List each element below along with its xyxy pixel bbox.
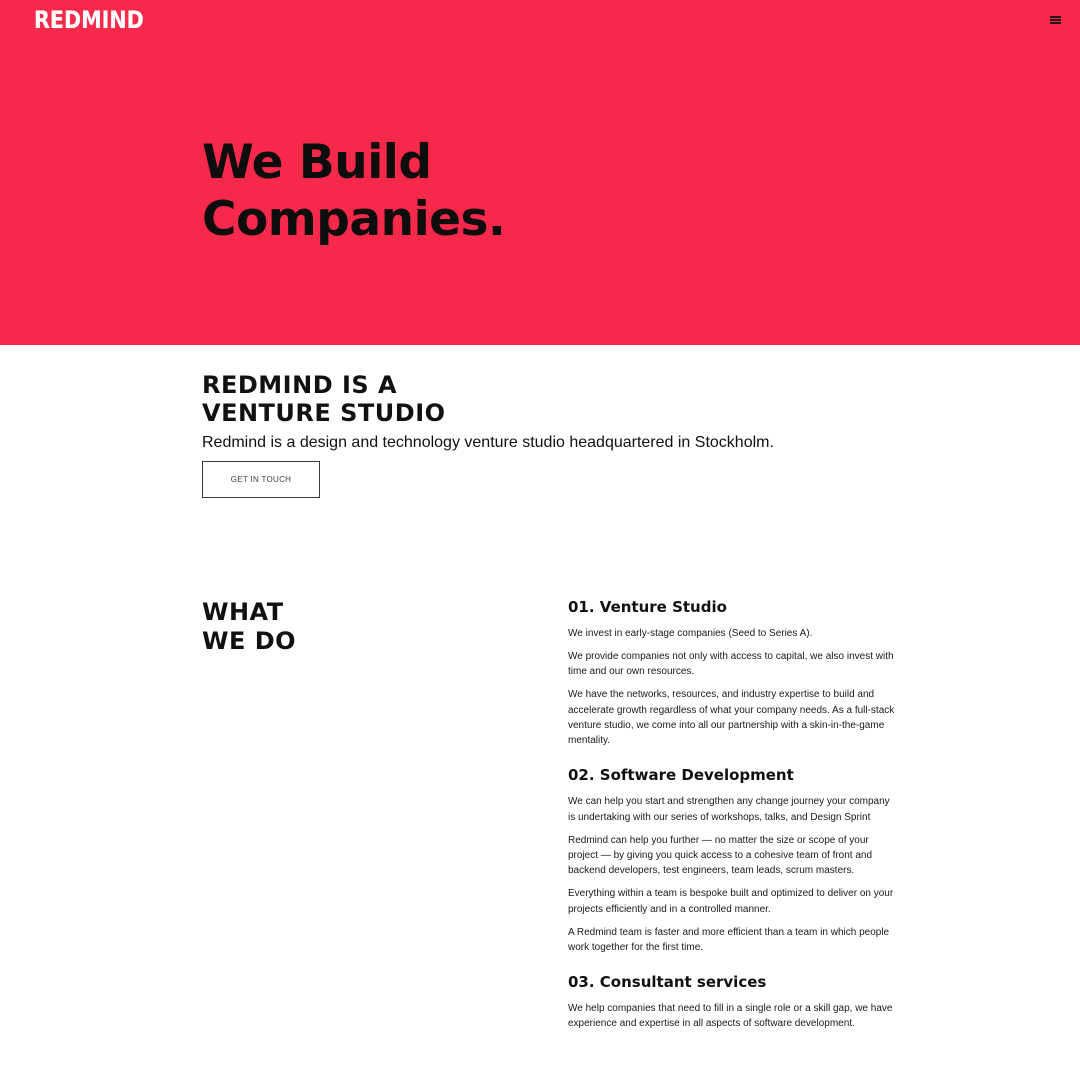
what-we-do-title-line: WHAT	[202, 598, 284, 626]
service-paragraph: We provide companies not only with acces…	[568, 650, 894, 678]
menu-line	[1050, 22, 1061, 24]
redmind-logo[interactable]: REDMIND	[34, 6, 144, 34]
hero-section: REDMIND We Build Companies.	[0, 0, 1080, 345]
service-consultant-services: 03. Consultant services We help companie…	[568, 972, 898, 1032]
service-paragraph: A Redmind team is faster and more effici…	[568, 926, 890, 953]
intro-title-line: REDMIND IS A	[202, 371, 398, 399]
service-paragraph: We help companies that need to fill in a…	[568, 1003, 893, 1030]
service-title: 02. Software Development	[568, 766, 794, 785]
menu-line	[1050, 19, 1061, 21]
service-title: 01. Venture Studio	[568, 598, 727, 616]
hero-title-line: We Build	[202, 135, 432, 190]
service-paragraph: Redmind can help you further — no matter…	[568, 834, 873, 877]
intro-title-line: VENTURE STUDIO	[202, 399, 446, 427]
service-paragraph: We invest in early-stage companies (Seed…	[568, 628, 813, 639]
hero-title: We Build Companies.	[202, 134, 506, 248]
menu-line	[1050, 16, 1061, 18]
service-paragraph: We have the networks, resources, and ind…	[568, 689, 895, 747]
service-paragraph: We can help you start and strengthen any…	[568, 796, 890, 823]
intro-description: Redmind is a design and technology ventu…	[202, 434, 774, 451]
service-software-development: 02. Software Development We can help you…	[568, 765, 898, 955]
intro-title: REDMIND IS A VENTURE STUDIO	[202, 371, 446, 427]
service-paragraph: Everything within a team is bespoke buil…	[568, 888, 894, 915]
service-title: 03. Consultant services	[568, 973, 767, 992]
hero-title-line: Companies.	[202, 192, 506, 247]
get-in-touch-button[interactable]: GET IN TOUCH	[202, 461, 320, 498]
services-list: 01. Venture Studio We invest in early-st…	[568, 597, 898, 1049]
what-we-do-title: WHAT WE DO	[202, 598, 296, 656]
hamburger-menu-icon[interactable]	[1048, 14, 1064, 28]
what-we-do-title-line: WE DO	[202, 627, 297, 655]
service-venture-studio: 01. Venture Studio We invest in early-st…	[568, 597, 898, 748]
